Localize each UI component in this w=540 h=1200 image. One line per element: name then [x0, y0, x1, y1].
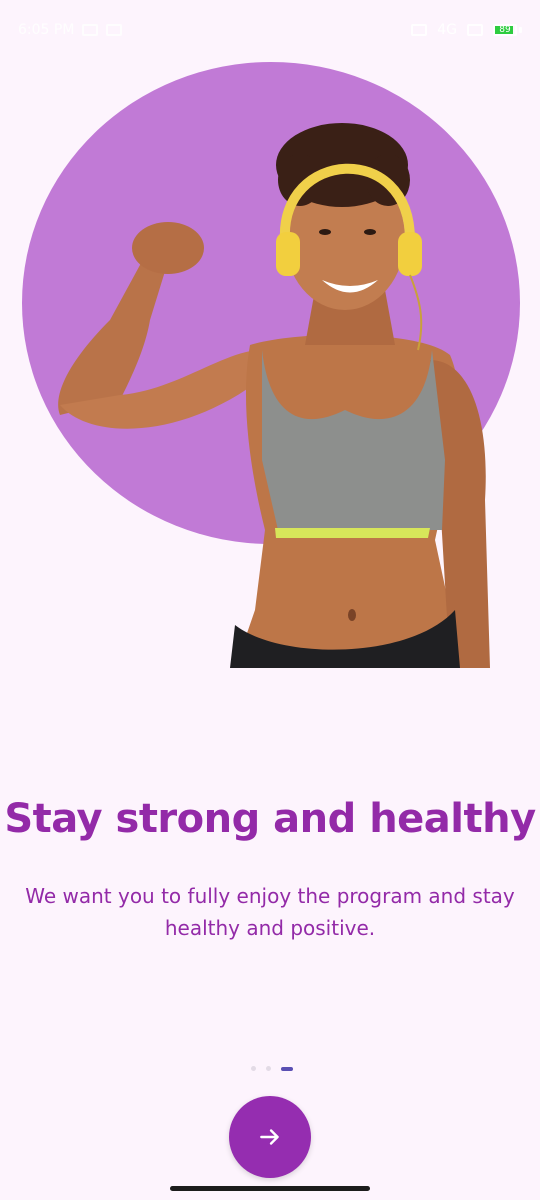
page-dot-1	[251, 1066, 256, 1071]
battery-level: 89	[499, 25, 511, 35]
arrow-right-icon	[260, 1129, 279, 1145]
page-dot-2	[266, 1066, 271, 1071]
onboarding-title: Stay strong and healthy	[4, 796, 536, 842]
hero-woman-illustration	[58, 123, 490, 668]
home-indicator[interactable]	[170, 1186, 370, 1191]
page-dot-3-active	[281, 1066, 293, 1071]
page-indicator	[0, 1066, 540, 1071]
next-button[interactable]	[229, 1096, 311, 1178]
onboarding-subtitle: We want you to fully enjoy the program a…	[25, 884, 515, 940]
